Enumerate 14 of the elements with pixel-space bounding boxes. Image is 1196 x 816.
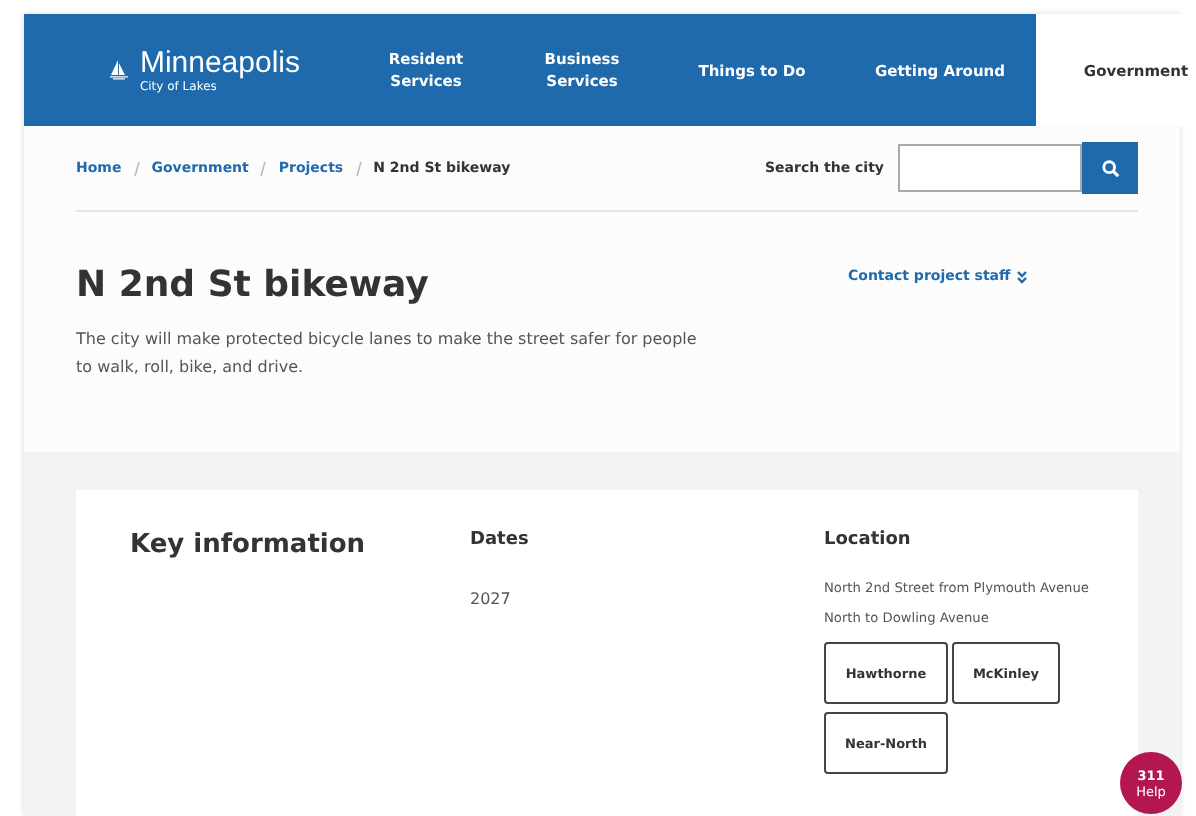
search-icon (1101, 159, 1119, 177)
slash-separator-icon (260, 161, 267, 175)
page-summary: The city will make protected bicycle lanes to make the street safer for people to walk, roll, bike, and drive. (76, 328, 699, 380)
location-heading: Location (824, 530, 913, 550)
dates-heading: Dates (470, 530, 531, 550)
page-title: N 2nd St bikeway (76, 264, 431, 306)
search-field[interactable] (898, 144, 1082, 192)
section-heading: Key information (130, 530, 368, 560)
double-chevron-icon (1016, 269, 1029, 283)
dates-value: 2027 (470, 590, 511, 608)
logo-name[interactable]: Minneapolis (139, 47, 300, 79)
search-button[interactable] (1082, 142, 1138, 194)
slash-separator-icon (133, 161, 140, 175)
slash-separator-icon (355, 161, 362, 175)
